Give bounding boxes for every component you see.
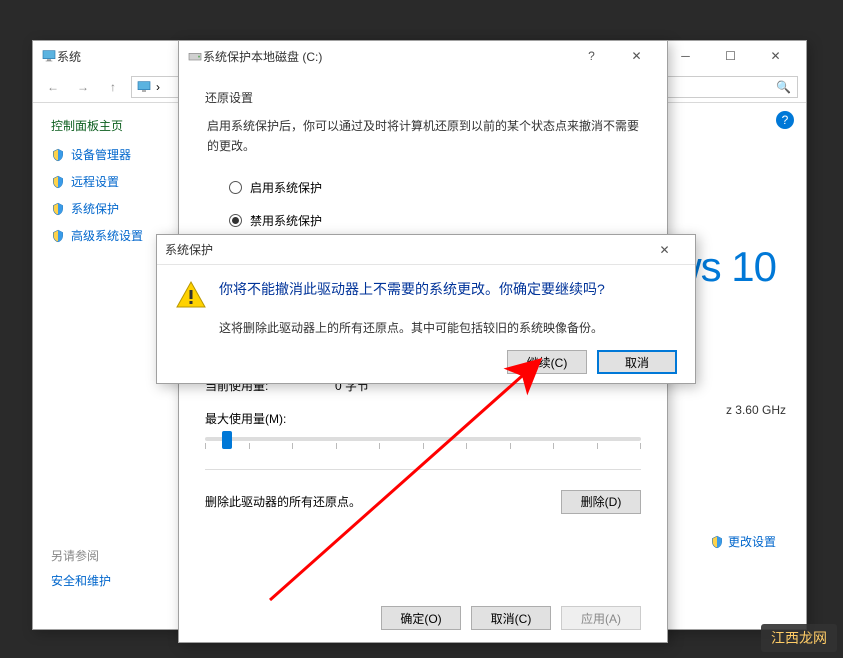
shield-icon	[51, 229, 65, 243]
sidebar-heading: 控制面板主页	[51, 117, 165, 134]
watermark: 江西龙网	[761, 624, 837, 652]
radio-disable-protection[interactable]: 禁用系统保护	[229, 212, 641, 229]
props-help-button[interactable]: ?	[569, 41, 614, 71]
props-close-button[interactable]: ✕	[614, 41, 659, 71]
maximize-button[interactable]: ☐	[708, 41, 753, 71]
delete-button[interactable]: 删除(D)	[561, 490, 641, 514]
sidebar-link-advanced-settings[interactable]: 高级系统设置	[51, 227, 165, 244]
change-settings-label: 更改设置	[728, 533, 776, 550]
radio-disable-label: 禁用系统保护	[250, 212, 322, 229]
radio-icon	[229, 181, 242, 194]
shield-icon	[51, 175, 65, 189]
see-also-section: 另请参阅 安全和维护	[51, 547, 111, 589]
computer-icon	[136, 79, 152, 95]
close-button[interactable]: ✕	[753, 41, 798, 71]
warning-icon	[175, 279, 207, 311]
props-titlebar[interactable]: 系统保护本地磁盘 (C:) ? ✕	[179, 41, 667, 71]
system-window-title: 系统	[57, 48, 81, 65]
confirm-title: 系统保护	[165, 241, 213, 258]
confirm-titlebar[interactable]: 系统保护 ✕	[157, 235, 695, 265]
props-title: 系统保护本地磁盘 (C:)	[203, 48, 322, 65]
nav-up-button[interactable]: ↑	[101, 75, 125, 99]
restore-settings-heading: 还原设置	[205, 89, 641, 106]
shield-icon	[51, 148, 65, 162]
cpu-info-fragment: z 3.60 GHz	[726, 403, 786, 417]
shield-icon	[51, 202, 65, 216]
max-usage-label: 最大使用量(M):	[205, 410, 641, 427]
delete-restore-points-description: 删除此驱动器的所有还原点。	[205, 493, 361, 510]
confirm-cancel-button[interactable]: 取消	[597, 350, 677, 374]
shield-icon	[710, 535, 724, 549]
apply-button[interactable]: 应用(A)	[561, 606, 641, 630]
continue-button[interactable]: 继续(C)	[507, 350, 587, 374]
sidebar-link-label: 设备管理器	[71, 146, 131, 163]
see-also-link[interactable]: 安全和维护	[51, 574, 111, 588]
breadcrumb-separator: ›	[156, 80, 160, 94]
sidebar-link-system-protection[interactable]: 系统保护	[51, 200, 165, 217]
radio-icon	[229, 214, 242, 227]
ok-button[interactable]: 确定(O)	[381, 606, 461, 630]
nav-back-button[interactable]: ←	[41, 75, 65, 99]
restore-settings-description: 启用系统保护后，你可以通过及时将计算机还原到以前的某个状态点来撤消不需要的更改。	[205, 116, 641, 157]
sidebar-link-label: 远程设置	[71, 173, 119, 190]
slider-thumb[interactable]	[222, 431, 232, 449]
radio-enable-protection[interactable]: 启用系统保护	[229, 179, 641, 196]
sidebar-link-remote-settings[interactable]: 远程设置	[51, 173, 165, 190]
change-settings-link[interactable]: 更改设置	[710, 533, 776, 550]
minimize-button[interactable]: ─	[663, 41, 708, 71]
cancel-button[interactable]: 取消(C)	[471, 606, 551, 630]
drive-icon	[187, 48, 203, 64]
search-icon: 🔍	[776, 80, 791, 94]
see-also-heading: 另请参阅	[51, 547, 111, 564]
max-usage-slider[interactable]	[205, 437, 641, 441]
radio-enable-label: 启用系统保护	[250, 179, 322, 196]
computer-icon	[41, 48, 57, 64]
confirm-close-button[interactable]: ✕	[642, 235, 687, 265]
sidebar-link-device-manager[interactable]: 设备管理器	[51, 146, 165, 163]
confirmation-dialog: 系统保护 ✕ 你将不能撤消此驱动器上不需要的系统更改。你确定要继续吗? 这将删除…	[156, 234, 696, 384]
nav-forward-button[interactable]: →	[71, 75, 95, 99]
confirm-subline: 这将删除此驱动器上的所有还原点。其中可能包括较旧的系统映像备份。	[219, 319, 677, 336]
confirm-headline: 你将不能撤消此驱动器上不需要的系统更改。你确定要继续吗?	[219, 279, 605, 300]
sidebar-link-label: 高级系统设置	[71, 227, 143, 244]
sidebar-link-label: 系统保护	[71, 200, 119, 217]
